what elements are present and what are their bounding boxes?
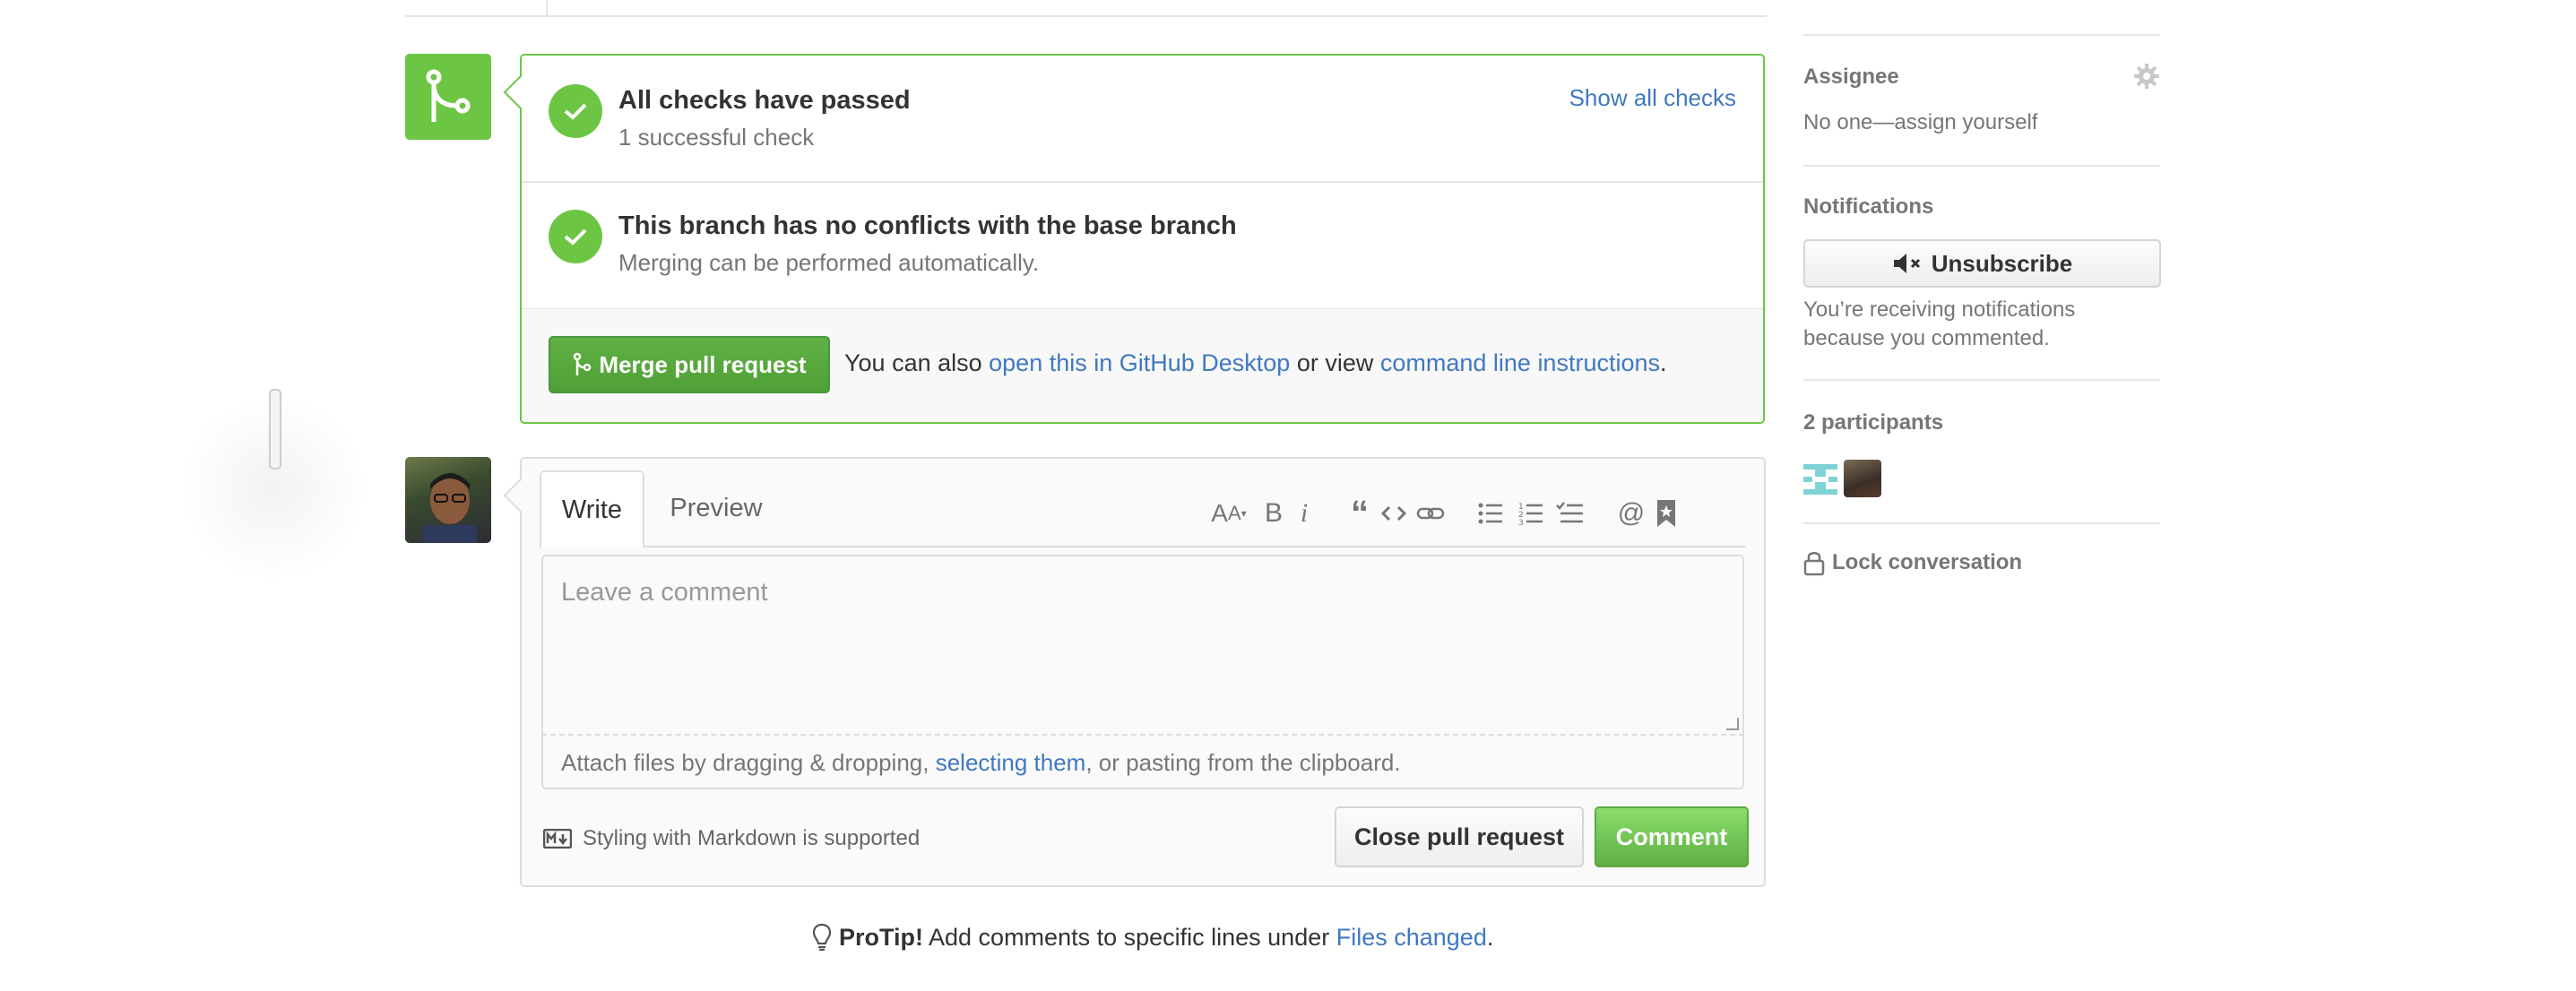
mention-icon[interactable]: @ [1618,497,1645,530]
sidebar-divider [1803,379,2160,381]
drag-handle[interactable] [269,389,281,470]
markdown-note-text: Styling with Markdown is supported [583,826,921,850]
close-pull-request-button[interactable]: Close pull request [1335,806,1584,867]
conflicts-subtitle: Merging can be performed automatically. [618,249,1040,276]
user-avatar[interactable] [405,457,491,543]
files-changed-link[interactable]: Files changed [1336,924,1487,951]
merge-pull-request-button[interactable]: Merge pull request [549,336,830,393]
participant-avatar[interactable] [1844,460,1881,497]
merge-status-icon-box [405,54,491,140]
check-success-icon [549,210,602,263]
checks-title: All checks have passed [618,86,911,115]
lock-conversation-label: Lock conversation [1832,550,2023,574]
select-files-link[interactable]: selecting them [936,749,1086,776]
saved-reply-icon[interactable] [1655,497,1677,530]
link-icon[interactable] [1415,497,1446,530]
git-merge-icon [574,352,592,375]
merge-action-row: Merge pull request You can also open thi… [522,309,1763,422]
timeline-divider [405,15,1767,17]
comment-form: Write Preview A A ▾ B i “ 123 @ Leave a co… [520,457,1766,887]
protip: ProTip! Add comments to specific lines u… [812,923,1493,952]
protip-suffix: . [1486,923,1494,951]
show-all-checks-link[interactable]: Show all checks [1569,84,1736,112]
comment-placeholder: Leave a comment [561,578,768,607]
comment-textarea[interactable]: Leave a comment [541,555,1744,734]
merge-button-label: Merge pull request [599,350,807,378]
merge-hint: You can also open this in GitHub Desktop… [844,349,1667,377]
markdown-icon [543,829,572,849]
check-success-icon [549,84,602,138]
sidebar-divider [1803,522,2160,524]
resize-grip[interactable] [1726,718,1739,730]
git-merge-icon [426,69,471,122]
timeline-divider-tick [546,0,548,15]
tab-write[interactable]: Write [540,470,644,547]
protip-text: Add comments to specific lines under [923,923,1336,951]
notifications-reason-line2: because you commented. [1803,326,2050,350]
checks-section: All checks have passed 1 successful chec… [522,56,1763,183]
code-icon[interactable] [1379,497,1408,530]
assignee-heading: Assignee [1803,65,1899,89]
checks-subtitle: 1 successful check [618,124,815,151]
light-bulb-icon [812,923,832,952]
lock-conversation-link[interactable]: Lock conversation [1803,549,2022,576]
merge-hint-suffix: . [1660,349,1667,376]
conflicts-title: This branch has no conflicts with the ba… [618,211,1237,240]
notifications-heading: Notifications [1803,194,1934,219]
tab-preview[interactable]: Preview [644,470,788,546]
attach-prefix: Attach files by dragging & dropping, [561,749,936,776]
bold-icon[interactable]: B [1261,497,1286,530]
merge-hint-middle: or view [1290,349,1380,376]
comment-tabs: Write Preview A A ▾ B i “ 123 @ [540,470,1746,547]
merge-hint-prefix: You can also [844,349,990,376]
numbered-list-icon[interactable]: 123 [1517,497,1545,530]
bullet-list-icon[interactable] [1476,497,1505,530]
avatar-photo [423,473,477,543]
comment-button[interactable]: Comment [1595,806,1749,867]
mute-icon [1893,254,1920,273]
protip-label: ProTip! [839,923,923,951]
unsubscribe-label: Unsubscribe [1931,249,2073,277]
markdown-note: Styling with Markdown is supported [543,826,920,851]
lock-icon [1803,552,1825,576]
gear-icon[interactable] [2133,63,2160,94]
attach-suffix: , or pasting from the clipboard. [1085,749,1401,776]
svg-text:3: 3 [1518,519,1524,525]
participants-heading: 2 participants [1803,410,1944,435]
quote-icon[interactable]: “ [1346,494,1373,533]
sidebar-divider [1803,165,2160,167]
open-github-desktop-link[interactable]: open this in GitHub Desktop [989,349,1290,376]
command-line-instructions-link[interactable]: command line instructions [1380,349,1660,376]
sidebar-divider [1803,34,2160,36]
notifications-reason-line1: You’re receiving notifications [1803,297,2076,322]
unsubscribe-button[interactable]: Unsubscribe [1803,239,2161,288]
file-attach-bar[interactable]: Attach files by dragging & dropping, sel… [541,734,1744,789]
merge-box: All checks have passed 1 successful chec… [520,54,1765,424]
italic-icon[interactable]: i [1294,497,1314,530]
task-list-icon[interactable] [1555,497,1586,530]
assignee-value[interactable]: No one—assign yourself [1803,110,2037,135]
attach-text: Attach files by dragging & dropping, sel… [561,749,1401,777]
text-size-icon[interactable]: A A ▾ [1206,497,1252,530]
participant-avatar[interactable] [1803,461,1837,496]
conflicts-section: This branch has no conflicts with the ba… [522,181,1763,310]
